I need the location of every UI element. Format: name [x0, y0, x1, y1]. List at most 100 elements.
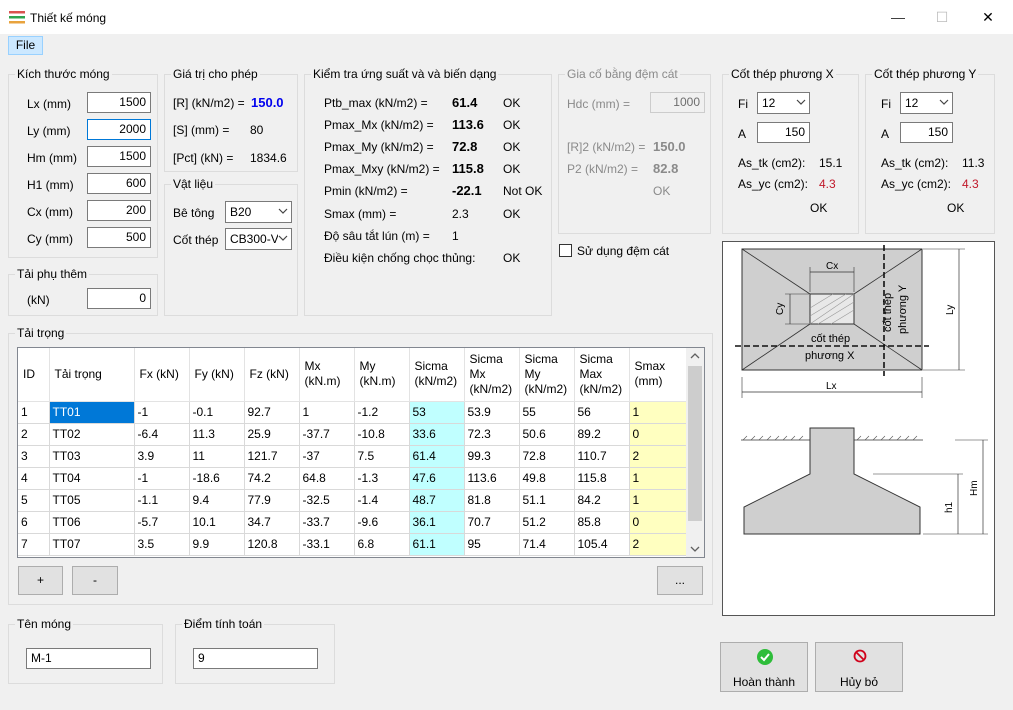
remove-load-button[interactable]: -: [72, 566, 118, 595]
maximize-button[interactable]: ☐: [919, 0, 965, 34]
table-cell[interactable]: -5.7: [134, 511, 190, 534]
menu-file[interactable]: File: [8, 36, 43, 55]
table-cell[interactable]: 3.5: [134, 533, 190, 556]
table-cell[interactable]: 95: [464, 533, 520, 556]
chevron-up-icon[interactable]: [690, 352, 700, 360]
table-cell[interactable]: 9.4: [189, 489, 245, 512]
table-row[interactable]: 5 TT05 -1.1 9.4 77.9 -32.5 -1.4 48.7 81.8 51.1 84.…: [18, 489, 690, 512]
more-button[interactable]: ...: [657, 566, 703, 595]
table-cell[interactable]: 48.7: [409, 489, 465, 512]
table-cell[interactable]: 2: [629, 533, 690, 556]
table-cell[interactable]: 7: [18, 533, 50, 556]
loads-scrollbar[interactable]: [686, 348, 704, 557]
table-cell[interactable]: 34.7: [244, 511, 300, 534]
table-cell[interactable]: 53: [409, 401, 465, 424]
table-cell[interactable]: 36.1: [409, 511, 465, 534]
table-cell[interactable]: 77.9: [244, 489, 300, 512]
table-cell[interactable]: 6: [18, 511, 50, 534]
table-cell[interactable]: -9.6: [354, 511, 410, 534]
cx-input[interactable]: 200: [87, 200, 151, 221]
table-cell[interactable]: 3.9: [134, 445, 190, 468]
table-cell[interactable]: TT07: [49, 533, 135, 556]
table-cell[interactable]: TT03: [49, 445, 135, 468]
table-cell[interactable]: TT05: [49, 489, 135, 512]
lx-input[interactable]: 1500: [87, 92, 151, 113]
table-cell[interactable]: 84.2: [574, 489, 630, 512]
col-sicma[interactable]: Sicma (kN/m2): [409, 348, 465, 402]
table-cell[interactable]: -1: [134, 467, 190, 490]
col-load[interactable]: Tải trọng: [49, 348, 135, 402]
sand-cushion-checkbox[interactable]: [559, 244, 572, 257]
table-cell[interactable]: -10.8: [354, 423, 410, 446]
table-cell[interactable]: 113.6: [464, 467, 520, 490]
table-cell[interactable]: 50.6: [519, 423, 575, 446]
table-row[interactable]: 7 TT07 3.5 9.9 120.8 -33.1 6.8 61.1 95 71.4 105.4 2: [18, 533, 690, 556]
col-sicma-mx[interactable]: Sicma Mx (kN/m2): [464, 348, 520, 402]
table-cell[interactable]: 0: [629, 423, 690, 446]
table-cell[interactable]: TT02: [49, 423, 135, 446]
table-cell[interactable]: 74.2: [244, 467, 300, 490]
fi-y-select[interactable]: 12: [900, 92, 953, 114]
table-cell[interactable]: 71.4: [519, 533, 575, 556]
col-mx[interactable]: Mx (kN.m): [299, 348, 355, 402]
table-cell[interactable]: 120.8: [244, 533, 300, 556]
table-cell[interactable]: -37: [299, 445, 355, 468]
table-cell[interactable]: 51.1: [519, 489, 575, 512]
table-cell[interactable]: 25.9: [244, 423, 300, 446]
table-row[interactable]: 1 TT01 -1 -0.1 92.7 1 -1.2 53 53.9 55 56 1: [18, 401, 690, 424]
table-cell[interactable]: 1: [629, 401, 690, 424]
table-cell[interactable]: -1: [134, 401, 190, 424]
loads-grid[interactable]: ID Tải trọng Fx (kN) Fy (kN) Fz (kN) Mx …: [17, 347, 705, 558]
table-cell[interactable]: -1.3: [354, 467, 410, 490]
table-cell[interactable]: 121.7: [244, 445, 300, 468]
hdc-input[interactable]: 1000: [650, 92, 705, 113]
table-cell[interactable]: 5: [18, 489, 50, 512]
table-cell[interactable]: 115.8: [574, 467, 630, 490]
table-cell[interactable]: -0.1: [189, 401, 245, 424]
calc-point-input[interactable]: 9: [193, 648, 318, 669]
table-cell[interactable]: -37.7: [299, 423, 355, 446]
table-cell[interactable]: 0: [629, 511, 690, 534]
col-my[interactable]: My (kN.m): [354, 348, 410, 402]
table-row[interactable]: 6 TT06 -5.7 10.1 34.7 -33.7 -9.6 36.1 70.7 51.2 85…: [18, 511, 690, 534]
chevron-down-icon[interactable]: [690, 545, 700, 553]
table-cell[interactable]: -1.2: [354, 401, 410, 424]
table-cell[interactable]: 1: [299, 401, 355, 424]
table-cell[interactable]: TT01: [49, 401, 135, 424]
concrete-select[interactable]: B20: [225, 201, 292, 223]
table-cell[interactable]: -1.1: [134, 489, 190, 512]
table-row[interactable]: 2 TT02 -6.4 11.3 25.9 -37.7 -10.8 33.6 72.3 50.6 8…: [18, 423, 690, 446]
table-cell[interactable]: 55: [519, 401, 575, 424]
minimize-button[interactable]: —: [875, 0, 921, 34]
table-cell[interactable]: -6.4: [134, 423, 190, 446]
table-cell[interactable]: 92.7: [244, 401, 300, 424]
hm-input[interactable]: 1500: [87, 146, 151, 167]
table-cell[interactable]: 49.8: [519, 467, 575, 490]
table-cell[interactable]: -33.7: [299, 511, 355, 534]
table-cell[interactable]: TT06: [49, 511, 135, 534]
table-cell[interactable]: 7.5: [354, 445, 410, 468]
table-cell[interactable]: 6.8: [354, 533, 410, 556]
table-cell[interactable]: 56: [574, 401, 630, 424]
table-cell[interactable]: 4: [18, 467, 50, 490]
table-cell[interactable]: 89.2: [574, 423, 630, 446]
table-cell[interactable]: 10.1: [189, 511, 245, 534]
table-cell[interactable]: 72.8: [519, 445, 575, 468]
col-fy[interactable]: Fy (kN): [189, 348, 245, 402]
a-x-input[interactable]: 150: [757, 122, 810, 143]
table-cell[interactable]: 61.4: [409, 445, 465, 468]
ly-input[interactable]: 2000: [87, 119, 151, 140]
table-cell[interactable]: 11.3: [189, 423, 245, 446]
col-sicma-max[interactable]: Sicma Max (kN/m2): [574, 348, 630, 402]
table-cell[interactable]: -1.4: [354, 489, 410, 512]
table-row[interactable]: 4 TT04 -1 -18.6 74.2 64.8 -1.3 47.6 113.6 49.8 115…: [18, 467, 690, 490]
table-cell[interactable]: 53.9: [464, 401, 520, 424]
table-cell[interactable]: 33.6: [409, 423, 465, 446]
col-sicma-my[interactable]: Sicma My (kN/m2): [519, 348, 575, 402]
col-id[interactable]: ID: [18, 348, 50, 402]
finish-button[interactable]: Hoàn thành: [720, 642, 808, 692]
table-cell[interactable]: 72.3: [464, 423, 520, 446]
table-cell[interactable]: 11: [189, 445, 245, 468]
col-smax[interactable]: Smax (mm): [629, 348, 690, 402]
table-cell[interactable]: -33.1: [299, 533, 355, 556]
